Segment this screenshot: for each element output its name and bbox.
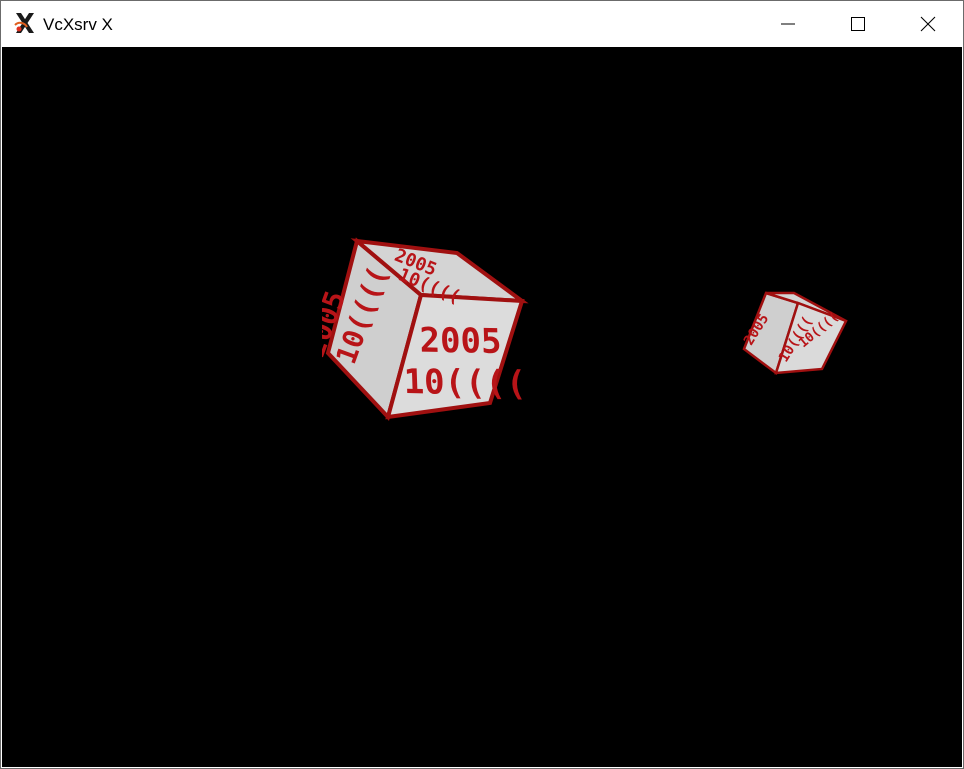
front-face-text-2: 10(((( <box>403 362 527 404</box>
app-window: VcXsrv X 2005 10((((2005 10((((2005 10… <box>0 0 964 769</box>
opengl-render-area[interactable]: 2005 10(((( 2005 10(((( 2005 10(((( 2005… <box>2 47 962 767</box>
front-face-text-1: 2005 <box>419 321 502 362</box>
close-icon <box>920 16 936 31</box>
maximize-button[interactable] <box>823 1 893 46</box>
maximize-icon <box>851 16 865 31</box>
minimize-icon <box>781 23 795 24</box>
minimize-button[interactable] <box>753 1 823 46</box>
title-bar[interactable]: VcXsrv X <box>1 1 963 46</box>
vcxsrv-logo-icon <box>14 13 34 33</box>
small-textured-cube: 2005 10(((( 10(((( <box>741 291 848 376</box>
close-button[interactable] <box>893 1 963 46</box>
large-textured-cube: 2005 10(((( 2005 10(((( 2005 10(((( <box>322 237 529 421</box>
window-title: VcXsrv X <box>43 15 113 34</box>
